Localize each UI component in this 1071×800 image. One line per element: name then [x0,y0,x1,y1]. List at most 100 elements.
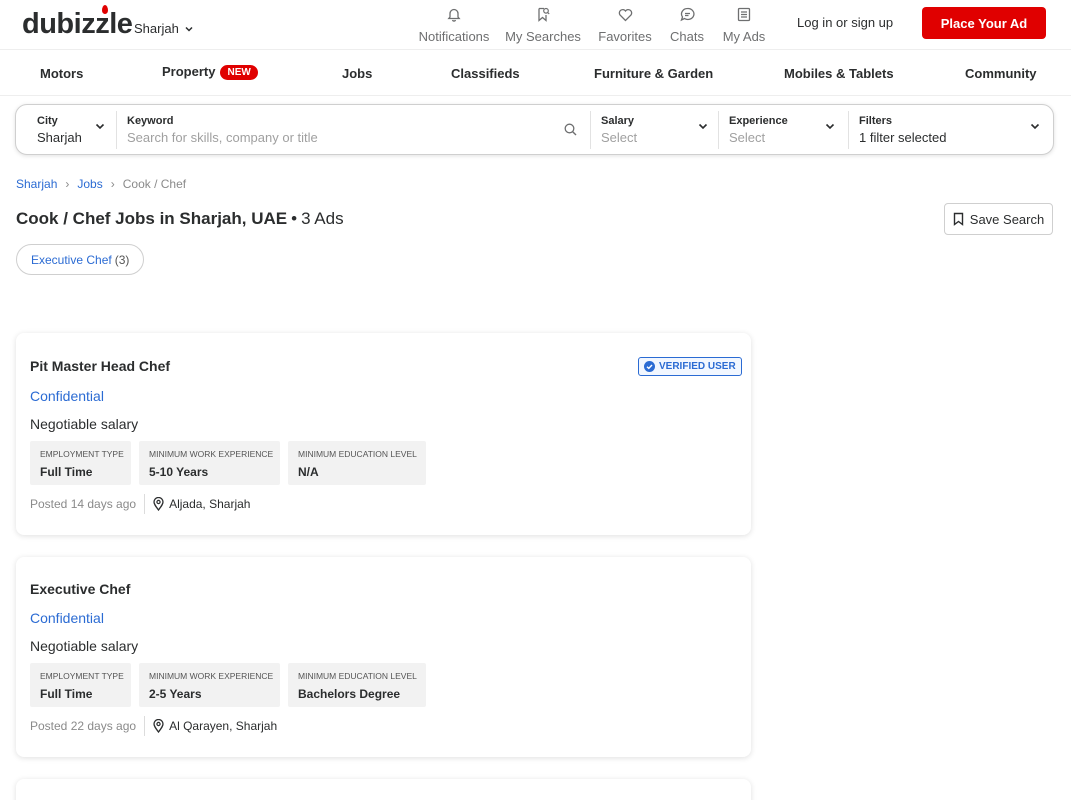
keyword-field-label: Keyword [127,115,174,127]
listing-meta: Posted 22 days ago Al Qarayen, Sharjah [30,716,277,736]
logo-text: dubizzle [22,8,133,40]
nav-notifications-label: Notifications [418,29,490,44]
city-selector-label: Sharjah [134,21,179,36]
verified-label: VERIFIED USER [659,361,736,372]
location-pin-icon [153,719,164,733]
chevron-down-icon [825,123,835,130]
chevron-right-icon: › [65,177,70,191]
new-badge: NEW [220,65,258,80]
nav-chats[interactable]: Chats [658,4,716,44]
verified-check-icon [644,361,655,372]
chevron-down-icon [95,123,105,130]
category-label: Community [965,66,1037,81]
min-education-attribute: Minimum Education Level N/A [288,441,426,485]
attribute-key: Minimum Work Experience [149,449,274,459]
filters-value: 1 filter selected [859,130,947,145]
nav-my-searches-label: My Searches [505,29,581,44]
nav-notifications[interactable]: Notifications [414,4,494,44]
attribute-key: Employment Type [40,671,124,681]
list-icon [737,4,751,22]
attribute-value: 5-10 Years [149,465,209,479]
category-motors[interactable]: Motors [40,66,83,81]
category-furniture-garden[interactable]: Furniture & Garden [594,66,713,81]
job-listing-card[interactable]: Executive Chef Confidential Negotiable s… [16,557,751,757]
nav-favorites-label: Favorites [598,29,652,44]
page-title-text: Cook / Chef Jobs in Sharjah, UAE [16,209,288,228]
nav-my-searches[interactable]: My Searches [494,4,592,44]
listing-salary: Negotiable salary [30,416,139,432]
employment-type-attribute: Employment Type Full Time [30,441,131,485]
city-selector[interactable]: Sharjah [134,21,193,36]
nav-chats-label: Chats [670,29,704,44]
category-community[interactable]: Community [965,66,1037,81]
chevron-down-icon [185,26,193,32]
page-title: Cook / Chef Jobs in Sharjah, UAE • 3 Ads [16,209,344,229]
category-label: Classifieds [451,66,520,81]
category-property[interactable]: Property NEW [162,64,258,80]
listing-location: Aljada, Sharjah [153,497,250,511]
ads-count: 3 Ads [301,209,344,228]
header-nav: Notifications My Searches Favorites Chat… [414,4,772,44]
breadcrumb-jobs[interactable]: Jobs [77,177,102,191]
attribute-value: Bachelors Degree [298,687,401,701]
keyword-input[interactable]: Search for skills, company or title [127,130,318,145]
min-experience-attribute: Minimum Work Experience 2-5 Years [139,663,280,707]
heart-icon [618,4,633,22]
breadcrumb-sharjah[interactable]: Sharjah [16,177,57,191]
chevron-right-icon: › [110,177,115,191]
location-pin-icon [153,497,164,511]
attribute-value: Full Time [40,687,93,701]
experience-filter-label: Experience [729,115,788,127]
filter-chip-executive-chef[interactable]: Executive Chef (3) [16,244,145,275]
location-text: Aljada, Sharjah [169,497,251,511]
chevron-down-icon [1030,123,1040,130]
bookmark-search-icon [536,4,550,22]
search-icon[interactable] [564,123,577,136]
attribute-key: Minimum Education Level [298,449,417,459]
attribute-key: Minimum Work Experience [149,671,274,681]
job-listing-card[interactable]: Pit Master Head Chef VERIFIED USER Confi… [16,333,751,535]
salary-filter[interactable]: Salary Select [591,105,718,154]
category-label: Property [162,64,216,79]
attribute-value: Full Time [40,465,93,479]
attribute-key: Employment Type [40,449,124,459]
category-nav: Motors Property NEW Jobs Classifieds Furn… [0,50,1071,96]
filters-dropdown[interactable]: Filters 1 filter selected [849,105,1053,154]
top-header: dubizzle Sharjah Notifications My Search… [0,0,1071,50]
divider [144,716,146,736]
attribute-value: 2-5 Years [149,687,202,701]
keyword-field[interactable]: Keyword Search for skills, company or ti… [117,105,590,154]
category-jobs[interactable]: Jobs [342,66,372,81]
attribute-value: N/A [298,465,319,479]
chip-label: Executive Chef [31,252,112,267]
place-ad-button[interactable]: Place Your Ad [922,7,1046,39]
category-label: Mobiles & Tablets [784,66,894,81]
chip-count: (3) [114,252,130,267]
nav-favorites[interactable]: Favorites [592,4,658,44]
job-listing-card[interactable] [16,779,751,800]
logo-flame-icon [102,5,108,14]
dubizzle-logo[interactable]: dubizzle [22,5,133,41]
experience-filter[interactable]: Experience Select [719,105,846,154]
city-filter[interactable]: City Sharjah [16,105,116,154]
nav-my-ads[interactable]: My Ads [716,4,772,44]
city-filter-label: City [37,115,58,127]
listing-salary: Negotiable salary [30,638,139,654]
breadcrumb-current: Cook / Chef [122,177,187,191]
verified-user-badge: VERIFIED USER [638,357,742,376]
listing-title[interactable]: Pit Master Head Chef [30,358,170,374]
listing-meta: Posted 14 days ago Aljada, Sharjah [30,494,250,514]
chevron-down-icon [698,123,708,130]
listing-company: Confidential [30,610,104,626]
login-link[interactable]: Log in or sign up [797,15,893,30]
category-label: Furniture & Garden [594,66,714,81]
listing-title[interactable]: Executive Chef [30,581,130,597]
category-label: Jobs [342,66,373,81]
job-search-bar: City Sharjah Keyword Search for skills, … [15,104,1054,155]
posted-date: Posted 14 days ago [30,497,137,511]
save-search-button[interactable]: Save Search [944,203,1053,235]
category-mobiles-tablets[interactable]: Mobiles & Tablets [784,66,894,81]
breadcrumb: Sharjah › Jobs › Cook / Chef [16,177,186,191]
category-classifieds[interactable]: Classifieds [451,66,520,81]
filters-label: Filters [859,115,893,127]
